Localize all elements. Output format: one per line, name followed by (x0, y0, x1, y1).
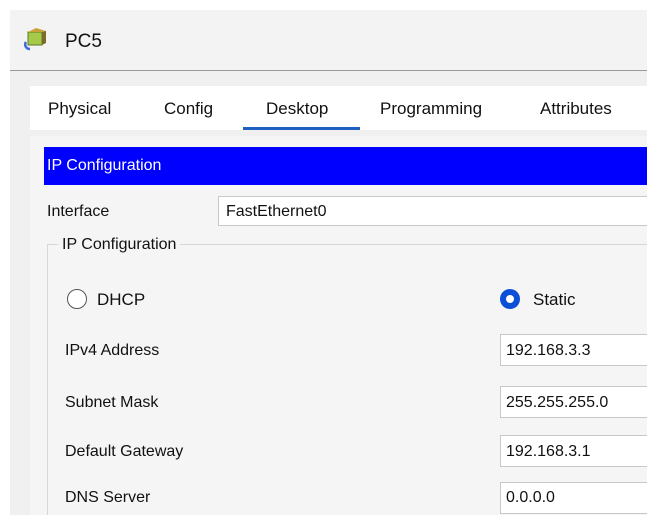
dns-server-value: 0.0.0.0 (506, 489, 555, 506)
window-titlebar (10, 10, 647, 71)
pc-device-icon (24, 28, 46, 51)
interface-value: FastEthernet0 (226, 203, 327, 220)
subnet-mask-label: Subnet Mask (65, 394, 159, 411)
window-title: PC5 (65, 31, 102, 52)
tab-config[interactable]: Config (164, 99, 213, 119)
dhcp-label[interactable]: DHCP (97, 290, 145, 310)
default-gateway-value: 192.168.3.1 (506, 443, 591, 460)
ipv4-address-value: 192.168.3.3 (506, 342, 591, 359)
subnet-mask-value: 255.255.255.0 (506, 394, 609, 411)
dhcp-radio[interactable] (67, 289, 87, 309)
interface-label: Interface (47, 203, 110, 220)
tab-attributes[interactable]: Attributes (540, 99, 612, 119)
tab-desktop[interactable]: Desktop (266, 99, 328, 119)
active-tab-indicator (243, 127, 360, 130)
dns-server-label: DNS Server (65, 489, 151, 506)
ip-config-legend: IP Configuration (58, 236, 181, 254)
default-gateway-label: Default Gateway (65, 443, 184, 460)
static-radio[interactable] (500, 289, 520, 309)
ipv4-address-label: IPv4 Address (65, 342, 160, 359)
tab-programming[interactable]: Programming (380, 99, 482, 119)
ip-config-groupbox (47, 244, 647, 515)
static-label[interactable]: Static (533, 290, 576, 310)
section-title: IP Configuration (47, 157, 162, 174)
tab-physical[interactable]: Physical (48, 99, 111, 119)
